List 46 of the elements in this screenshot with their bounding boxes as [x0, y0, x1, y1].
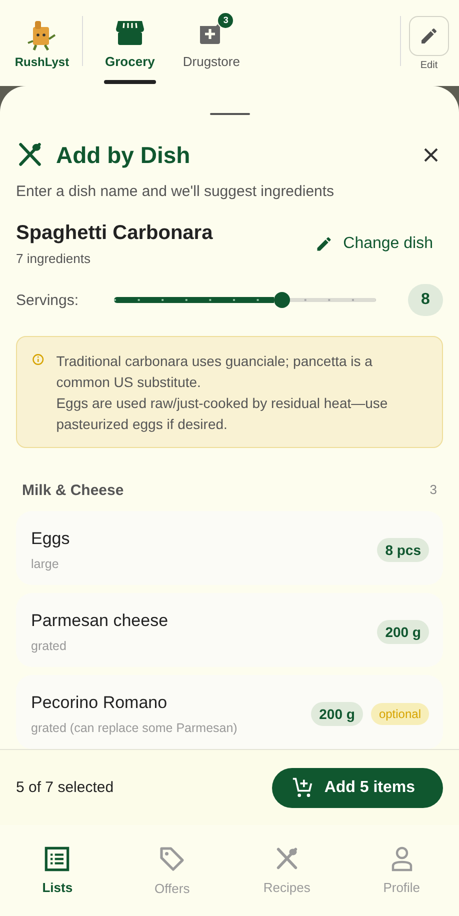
count-badge: 3 [217, 12, 234, 28]
ingredient-name: Pecorino Romano [31, 693, 168, 713]
sheet-title: Add by Dish [56, 142, 192, 168]
optional-tag: optional [370, 703, 429, 725]
brand-name: RushLyst [14, 55, 70, 69]
storefront-icon [114, 18, 145, 46]
section-count: 3 [430, 482, 437, 499]
ingredient-detail: grated [31, 639, 68, 653]
cart-add-icon [292, 776, 314, 798]
section-title: Milk & Cheese [22, 482, 124, 499]
close-icon [423, 147, 439, 163]
tag-icon [158, 845, 186, 873]
ingredient-name: Parmesan cheese [31, 611, 170, 631]
info-icon [32, 351, 44, 368]
servings-slider[interactable] [114, 292, 376, 308]
nav-tab[interactable]: Lists [0, 825, 115, 916]
quantity-chip: 200 g [377, 620, 429, 644]
ingredient-detail: large [31, 557, 60, 571]
add-items-button[interactable]: Add 5 items [272, 768, 443, 808]
pencil-icon [419, 26, 439, 46]
store-tab[interactable]: 3 Drugstore [168, 0, 254, 86]
slider-thumb[interactable] [274, 292, 290, 308]
selection-summary: 5 of 7 selected [16, 779, 114, 796]
cutlery-icon [16, 141, 44, 169]
person-icon [390, 846, 414, 872]
ingredient-count: 7 ingredients [16, 251, 92, 266]
servings-label: Servings: [16, 292, 80, 308]
ingredient-name: Eggs [31, 529, 71, 549]
drag-handle[interactable] [210, 113, 250, 115]
edit-button[interactable] [409, 16, 449, 56]
ingredient-detail: grated (can replace some Parmesan) [31, 721, 238, 735]
pencil-icon [315, 235, 334, 253]
note-text: Traditional carbonara uses guanciale; pancetta is a common US substitute. [56, 352, 374, 392]
servings-value: 8 [408, 284, 443, 316]
quantity-chip: 200 g [311, 702, 363, 726]
ingredient-card[interactable]: Eggs large 8 pcs [16, 511, 443, 585]
ingredient-card[interactable]: Pecorino Romano grated (can replace some Parmesan) 200 g optional [16, 675, 443, 749]
dish-name: Spaghetti Carbonara [16, 222, 214, 245]
note-text: Eggs are used raw/just-cooked by residual heat—use pasteurized eggs if desired. [56, 394, 389, 434]
sheet-subtitle: Enter a dish name and we'll suggest ingredients [16, 183, 336, 200]
list-icon [44, 846, 70, 872]
ingredient-card[interactable]: Parmesan cheese grated 200 g [16, 593, 443, 667]
edit-label: Edit [420, 60, 438, 70]
quantity-chip: 8 pcs [377, 538, 429, 562]
store-tab[interactable]: Grocery [91, 0, 169, 86]
change-dish-button[interactable]: Change dish [315, 231, 443, 257]
